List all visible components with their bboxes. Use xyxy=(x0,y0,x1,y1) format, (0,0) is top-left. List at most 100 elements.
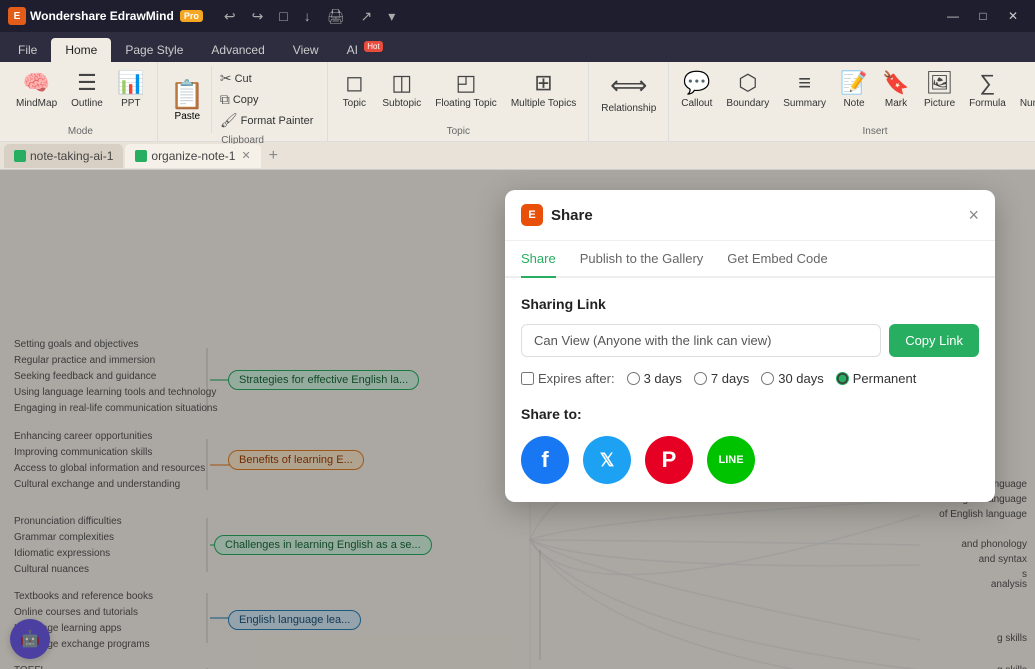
sharing-link-title: Sharing Link xyxy=(521,296,979,312)
formula-icon: ∑ xyxy=(980,70,996,96)
mark-icon: 🔖 xyxy=(882,70,909,96)
radio-7days-input[interactable] xyxy=(694,372,707,385)
tab-ai[interactable]: AI Hot xyxy=(333,37,397,62)
doc-tab-add[interactable]: + xyxy=(263,146,284,166)
paste-button[interactable]: 📋 Paste xyxy=(164,66,212,133)
insert-items: 💬 Callout ⬡ Boundary ≡ Summary 📝 Note 🔖 … xyxy=(675,66,1035,124)
tab-file[interactable]: File xyxy=(4,38,51,62)
close-window-button[interactable]: ✕ xyxy=(999,5,1027,27)
picture-button[interactable]: 🖼 Picture xyxy=(918,66,961,113)
copy-button[interactable]: ⧉ Copy xyxy=(216,89,318,110)
pinterest-share-button[interactable]: P xyxy=(645,436,693,484)
tab-home[interactable]: Home xyxy=(51,38,111,62)
formula-button[interactable]: ∑ Formula xyxy=(963,66,1012,113)
cut-label: Cut xyxy=(235,73,252,85)
cut-button[interactable]: ✂ Cut xyxy=(216,68,318,89)
modal-tab-publish[interactable]: Publish to the Gallery xyxy=(580,241,704,278)
radio-7days[interactable]: 7 days xyxy=(694,371,749,386)
doc-tab-note-taking[interactable]: note-taking-ai-1 xyxy=(4,144,123,168)
format-painter-label: Format Painter xyxy=(241,115,314,127)
radio-permanent-label: Permanent xyxy=(853,371,917,386)
mindmap-button[interactable]: 🧠 MindMap xyxy=(10,66,63,113)
modal-header: E Share × xyxy=(505,190,995,241)
radio-permanent[interactable]: Permanent xyxy=(836,371,917,386)
line-share-button[interactable]: LINE xyxy=(707,436,755,484)
logo-icon: E xyxy=(8,7,26,25)
format-painter-button[interactable]: 🖌 Format Painter xyxy=(216,110,318,131)
modal-overlay: E Share × Share Publish to the Gallery G… xyxy=(0,170,1035,669)
tab-close-organize[interactable]: ✕ xyxy=(241,149,250,162)
radio-permanent-input[interactable] xyxy=(836,372,849,385)
copy-link-button[interactable]: Copy Link xyxy=(889,324,979,357)
summary-button[interactable]: ≡ Summary xyxy=(777,66,832,113)
twitter-icon: 𝕏 xyxy=(600,450,615,471)
app-logo: E Wondershare EdrawMind Pro xyxy=(8,7,203,25)
radio-3days-input[interactable] xyxy=(627,372,640,385)
ribbon-group-relationship: ⟺ Relationship xyxy=(589,62,669,141)
export-button[interactable]: ↗ xyxy=(356,6,378,27)
callout-button[interactable]: 💬 Callout xyxy=(675,66,718,113)
modal-body: Sharing Link Copy Link Expires after: 3 … xyxy=(505,278,995,502)
expires-row: Expires after: 3 days 7 days 30 days xyxy=(521,371,979,386)
radio-30days[interactable]: 30 days xyxy=(761,371,824,386)
facebook-share-button[interactable]: f xyxy=(521,436,569,484)
mode-items: 🧠 MindMap ☰ Outline 📊 PPT xyxy=(10,66,151,124)
ribbon-group-insert: 💬 Callout ⬡ Boundary ≡ Summary 📝 Note 🔖 … xyxy=(669,62,1035,141)
callout-icon: 💬 xyxy=(683,70,710,96)
cut-icon: ✂ xyxy=(220,70,232,87)
multiple-topics-icon: ⊞ xyxy=(534,70,552,96)
mark-button[interactable]: 🔖 Mark xyxy=(876,66,916,113)
facebook-icon: f xyxy=(541,447,548,473)
relationship-button[interactable]: ⟺ Relationship xyxy=(595,66,662,118)
social-icons: f 𝕏 P LINE xyxy=(521,436,979,484)
undo-button[interactable]: ↩ xyxy=(219,6,241,27)
modal-tab-embed[interactable]: Get Embed Code xyxy=(727,241,827,278)
clipboard-small-items: ✂ Cut ⧉ Copy 🖌 Format Painter xyxy=(212,66,322,133)
numbering-button[interactable]: ≔ Numbering xyxy=(1014,66,1035,113)
ppt-button[interactable]: 📊 PPT xyxy=(111,66,151,113)
ribbon-tabs: File Home Page Style Advanced View AI Ho… xyxy=(0,32,1035,62)
maximize-button[interactable]: □ xyxy=(969,5,997,27)
boundary-icon: ⬡ xyxy=(738,70,757,96)
share-link-input[interactable] xyxy=(521,324,881,357)
paste-label: Paste xyxy=(175,111,201,122)
mindmap-icon: 🧠 xyxy=(23,70,50,96)
outline-button[interactable]: ☰ Outline xyxy=(65,66,109,113)
print-button[interactable]: 🖨 xyxy=(322,6,350,27)
summary-label: Summary xyxy=(783,98,826,109)
window-controls: — □ ✕ xyxy=(939,5,1027,27)
boundary-button[interactable]: ⬡ Boundary xyxy=(720,66,775,113)
tab-icon-organize xyxy=(135,150,147,162)
redo-button[interactable]: ↪ xyxy=(247,6,269,27)
tab-view[interactable]: View xyxy=(279,38,333,62)
floating-topic-label: Floating Topic xyxy=(435,98,497,109)
minimize-button[interactable]: — xyxy=(939,5,967,27)
radio-30days-input[interactable] xyxy=(761,372,774,385)
more-button[interactable]: ▾ xyxy=(383,6,400,27)
tab-page-style[interactable]: Page Style xyxy=(111,38,197,62)
tab-advanced[interactable]: Advanced xyxy=(197,38,278,62)
modal-tab-share[interactable]: Share xyxy=(521,241,556,278)
boundary-label: Boundary xyxy=(726,98,769,109)
copy-icon: ⧉ xyxy=(220,91,230,108)
subtopic-icon: ◫ xyxy=(391,70,412,96)
doc-tab-organize[interactable]: organize-note-1 ✕ xyxy=(125,144,260,168)
expires-checkbox[interactable] xyxy=(521,372,534,385)
subtopic-button[interactable]: ◫ Subtopic xyxy=(376,66,427,113)
outline-icon: ☰ xyxy=(77,70,97,96)
radio-3days[interactable]: 3 days xyxy=(627,371,682,386)
modal-close-button[interactable]: × xyxy=(968,206,979,224)
twitter-share-button[interactable]: 𝕏 xyxy=(583,436,631,484)
topic-button[interactable]: ◻ Topic xyxy=(334,66,374,113)
floating-topic-button[interactable]: ◰ Floating Topic xyxy=(429,66,503,113)
line-icon: LINE xyxy=(718,454,743,466)
topic-icon: ◻ xyxy=(345,70,363,96)
radio-3days-label: 3 days xyxy=(644,371,682,386)
multiple-topics-button[interactable]: ⊞ Multiple Topics xyxy=(505,66,582,113)
canvas-area: Setting goals and objectives Regular pra… xyxy=(0,170,1035,669)
mindmap-label: MindMap xyxy=(16,98,57,109)
note-button[interactable]: 📝 Note xyxy=(834,66,874,113)
new-button[interactable]: □ xyxy=(274,6,292,26)
format-painter-icon: 🖌 xyxy=(220,112,238,129)
open-button[interactable]: ↓ xyxy=(299,6,316,26)
